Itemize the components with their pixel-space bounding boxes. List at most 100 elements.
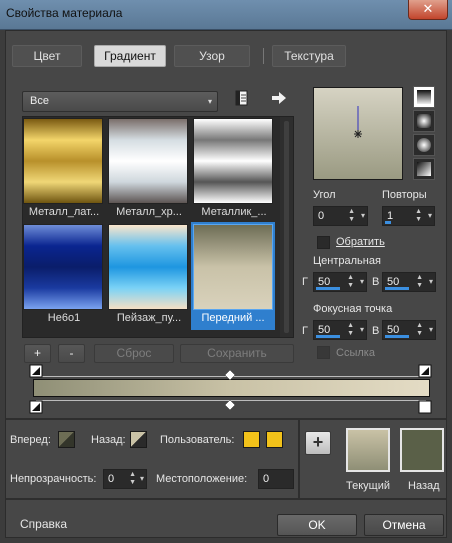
color-stop-start-icon[interactable] <box>29 364 43 378</box>
swatch-label: Металл_хр... <box>116 206 182 218</box>
section-divider <box>6 418 446 420</box>
save-button[interactable]: Сохранить <box>180 344 294 363</box>
center-h-spinner[interactable]: 50 ▲ ▼ ▾ <box>313 272 367 292</box>
chevron-down-icon[interactable]: ▾ <box>140 470 144 488</box>
swatch-thumbnail <box>23 224 103 310</box>
chevron-down-icon[interactable]: ▾ <box>361 207 365 225</box>
focus-label: Фокусная точка <box>313 303 393 315</box>
invert-checkbox[interactable] <box>317 236 330 249</box>
radial-gradient-icon <box>417 138 431 152</box>
swatch-item[interactable]: Металл_хр... <box>108 118 190 224</box>
forward-label: Вперед: <box>10 434 51 446</box>
user-label: Пользователь: <box>160 434 235 446</box>
focus-h-spinner[interactable]: 50 ▲ ▼ ▾ <box>313 320 367 340</box>
back-material-swatch[interactable] <box>400 428 444 472</box>
spinner-arrows-icon[interactable]: ▲ ▼ <box>416 274 423 290</box>
link-label: Ссылка <box>336 347 375 359</box>
tab-color[interactable]: Цвет <box>12 45 82 67</box>
center-v-spinner[interactable]: 50 ▲ ▼ ▾ <box>382 272 436 292</box>
ok-button[interactable]: OK <box>277 514 357 536</box>
opacity-label: Непрозрачность: <box>10 473 97 485</box>
swatch-thumbnail <box>108 224 188 310</box>
swatch-thumbnail <box>193 224 273 310</box>
chevron-down-icon[interactable]: ▾ <box>360 321 364 339</box>
current-material-swatch[interactable] <box>346 428 390 472</box>
spinner-arrows-icon[interactable]: ▲ ▼ <box>348 208 355 224</box>
reset-button[interactable]: Сброс <box>94 344 174 363</box>
radial-style-button[interactable] <box>413 134 435 156</box>
opacity-value: 0 <box>108 473 115 485</box>
arrow-right-icon[interactable] <box>270 90 288 106</box>
opacity-stop-end-icon[interactable] <box>418 400 432 414</box>
background-stop-swatch[interactable] <box>130 431 147 448</box>
center-v-label: В <box>372 276 380 288</box>
focus-h-label: Г <box>302 325 308 337</box>
color-stop-end-icon[interactable] <box>418 364 432 378</box>
user-color-swatch[interactable] <box>243 431 260 448</box>
swatch-thumbnail <box>23 118 103 204</box>
chevron-down-icon[interactable]: ▾ <box>429 273 433 291</box>
spinner-arrows-icon[interactable]: ▲ ▼ <box>416 322 423 338</box>
repeats-spinner[interactable]: 1 ▲ ▼ ▾ <box>382 206 435 226</box>
angle-spinner[interactable]: 0 ▲ ▼ ▾ <box>313 206 368 226</box>
close-button[interactable]: ✕ <box>408 0 448 20</box>
center-label: Центральная <box>313 255 381 267</box>
opacity-midpoint-icon[interactable] <box>225 400 235 410</box>
tab-texture[interactable]: Текстура <box>272 45 346 67</box>
category-select-value: Все <box>30 95 49 107</box>
gradient-bar[interactable] <box>33 379 430 397</box>
add-to-swatches-button[interactable]: + <box>305 431 331 455</box>
tab-gradient[interactable]: Градиент <box>94 45 166 67</box>
angle-handle-icon[interactable] <box>314 88 402 179</box>
spinner-arrows-icon[interactable]: ▲ ▼ <box>415 208 422 224</box>
chevron-down-icon[interactable]: ▾ <box>429 321 433 339</box>
swatch-item[interactable]: Не6о1 <box>23 224 105 330</box>
repeats-level-bar <box>385 221 391 224</box>
opacity-stop-start-icon[interactable] <box>29 400 43 414</box>
focus-v-label: В <box>372 325 380 337</box>
scrollbar-thumb[interactable] <box>284 121 289 333</box>
spinner-arrows-icon[interactable]: ▲ ▼ <box>347 322 354 338</box>
angle-label: Угол <box>313 189 336 201</box>
position-value: 0 <box>263 473 270 485</box>
spinner-arrows-icon[interactable]: ▲ ▼ <box>129 471 136 487</box>
chevron-down-icon[interactable]: ▾ <box>428 207 432 225</box>
swatch-item-selected[interactable]: Передний ... <box>191 222 275 330</box>
swatch-item[interactable]: Металл_лат... <box>23 118 105 224</box>
back-label: Назад: <box>91 434 126 446</box>
swatch-thumbnail <box>193 118 273 204</box>
tab-separator <box>263 48 264 64</box>
linear-style-button[interactable] <box>413 86 435 108</box>
current-label: Текущий <box>346 480 390 492</box>
cancel-button[interactable]: Отмена <box>364 514 444 536</box>
tab-pattern[interactable]: Узор <box>174 45 250 67</box>
remove-swatch-button[interactable]: - <box>58 344 85 363</box>
rectangular-style-button[interactable] <box>413 110 435 132</box>
swatch-label: Металл_лат... <box>28 206 100 218</box>
color-midpoint-icon[interactable] <box>225 370 235 380</box>
foreground-stop-swatch[interactable] <box>58 431 75 448</box>
spinner-arrows-icon[interactable]: ▲ ▼ <box>347 274 354 290</box>
user-color-swatch[interactable] <box>266 431 283 448</box>
add-swatch-button[interactable]: + <box>24 344 51 363</box>
category-select[interactable]: Все ▾ <box>22 91 218 112</box>
window-title: Свойства материала <box>6 6 123 20</box>
chevron-down-icon[interactable]: ▾ <box>360 273 364 291</box>
linear-gradient-icon <box>417 90 431 104</box>
position-label: Местоположение: <box>156 473 248 485</box>
focus-v-spinner[interactable]: 50 ▲ ▼ ▾ <box>382 320 436 340</box>
swatch-item[interactable]: Металлик_... <box>193 118 275 224</box>
sunburst-style-button[interactable] <box>413 158 435 180</box>
notes-icon[interactable] <box>234 90 250 106</box>
link-checkbox[interactable] <box>317 346 330 359</box>
opacity-spinner[interactable]: 0 ▲ ▼ ▾ <box>103 469 147 489</box>
position-input[interactable]: 0 <box>258 469 294 489</box>
center-v-level-bar <box>385 287 409 290</box>
section-divider <box>6 498 446 500</box>
repeats-label: Повторы <box>382 189 427 201</box>
invert-label[interactable]: Обратить <box>336 236 385 248</box>
library-scrollbar[interactable] <box>280 117 293 337</box>
gradient-preview[interactable] <box>313 87 403 180</box>
help-link[interactable]: Справка <box>20 517 67 531</box>
swatch-item[interactable]: Пейзаж_пу... <box>108 224 190 330</box>
